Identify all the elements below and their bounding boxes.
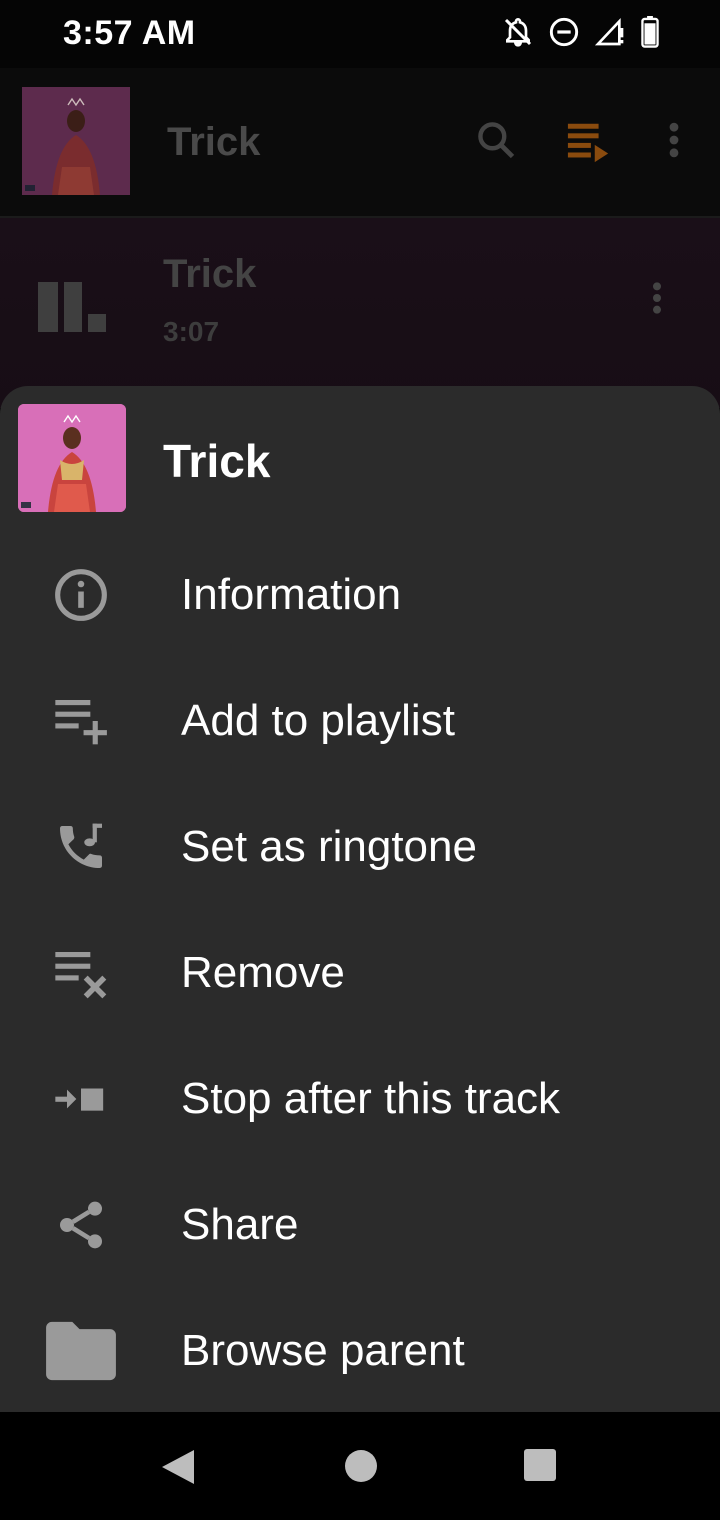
menu-label: Stop after this track <box>181 1074 561 1123</box>
menu-item-remove[interactable]: Remove <box>0 910 720 1036</box>
menu-item-set-as-ringtone[interactable]: Set as ringtone <box>0 784 720 910</box>
menu-label: Set as ringtone <box>181 822 477 871</box>
status-time: 3:57 AM <box>63 14 196 52</box>
menu-item-browse-parent[interactable]: Browse parent <box>0 1288 720 1414</box>
menu-item-stop-after-this-track[interactable]: Stop after this track <box>0 1036 720 1162</box>
back-icon[interactable] <box>160 1448 196 1491</box>
menu-item-share[interactable]: Share <box>0 1162 720 1288</box>
stop-after-icon <box>40 1071 122 1127</box>
do-not-disturb-icon <box>548 16 580 48</box>
battery-icon <box>640 16 660 48</box>
equalizer-icon <box>36 278 108 339</box>
album-art-thumbnail[interactable] <box>22 87 130 195</box>
recents-icon[interactable] <box>523 1448 557 1487</box>
ringtone-icon <box>40 819 122 875</box>
track-duration: 3:07 <box>163 316 220 347</box>
menu-label: Browse parent <box>181 1326 465 1375</box>
playlist-remove-icon <box>40 945 122 1001</box>
status-icons <box>502 16 660 48</box>
now-playing-row[interactable]: Trick 3:07 <box>0 218 720 408</box>
search-icon[interactable] <box>474 118 518 167</box>
sheet-title: Trick <box>163 435 271 487</box>
menu-label: Share <box>181 1200 299 1249</box>
bottom-sheet: Trick Information Add to playlist Set as… <box>0 386 720 1412</box>
queue-icon[interactable] <box>566 118 612 169</box>
more-vert-icon[interactable] <box>664 118 684 167</box>
menu-label: Information <box>181 570 402 619</box>
track-more-icon[interactable] <box>648 278 666 323</box>
menu-label: Add to playlist <box>181 696 455 745</box>
sheet-header: Trick <box>0 386 720 536</box>
folder-icon <box>40 1321 122 1381</box>
share-icon <box>40 1197 122 1253</box>
playlist-add-icon <box>40 693 122 749</box>
sheet-menu: Information Add to playlist Set as ringt… <box>0 532 720 1414</box>
home-icon[interactable] <box>343 1448 379 1489</box>
toolbar-title: Trick <box>167 120 261 164</box>
navigation-bar <box>0 1412 720 1520</box>
status-bar: 3:57 AM <box>0 0 720 68</box>
toolbar: Trick <box>0 68 720 218</box>
track-title: Trick <box>163 252 257 296</box>
menu-label: Remove <box>181 948 345 997</box>
sheet-album-art <box>18 404 126 512</box>
bell-off-icon <box>502 16 534 48</box>
menu-item-information[interactable]: Information <box>0 532 720 658</box>
menu-item-add-to-playlist[interactable]: Add to playlist <box>0 658 720 784</box>
info-icon <box>40 567 122 623</box>
signal-icon <box>594 16 626 48</box>
